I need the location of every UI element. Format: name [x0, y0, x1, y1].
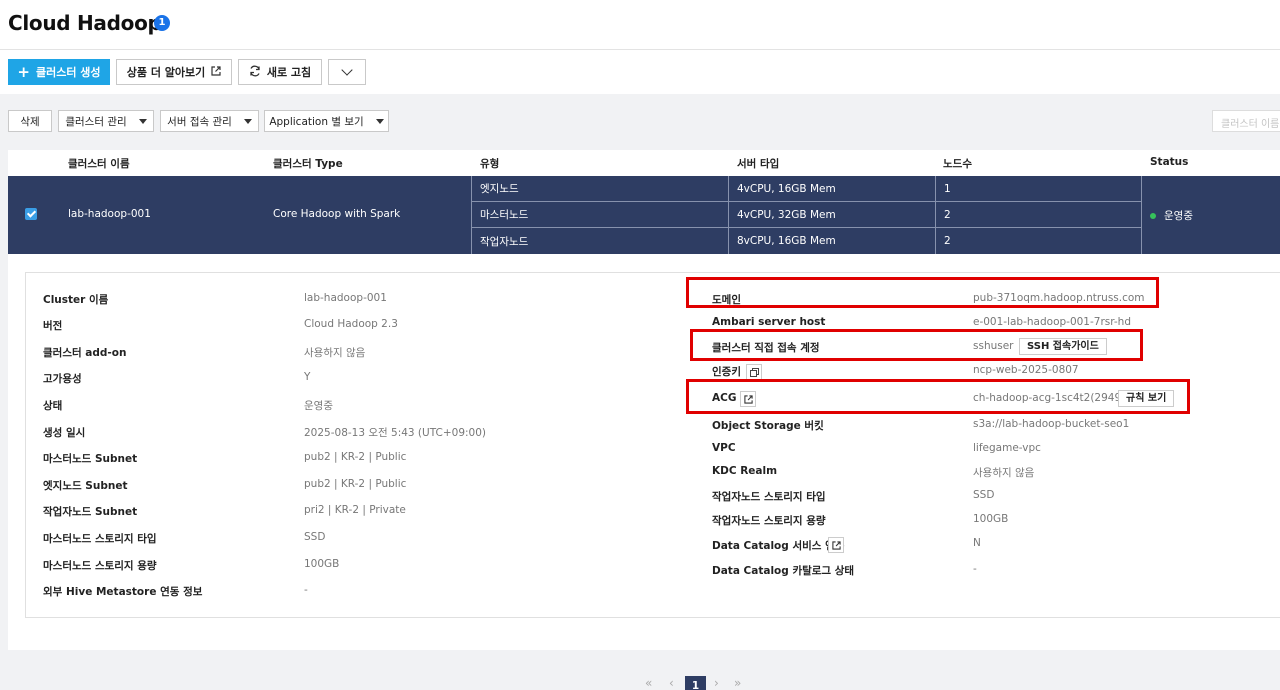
- detail-value: -: [973, 563, 977, 575]
- highlight-ssh-account: [690, 329, 1143, 361]
- server-access-dropdown[interactable]: 서버 접속 관리: [160, 110, 259, 132]
- detail-value: 사용하지 않음: [304, 347, 366, 359]
- detail-value: pub2 | KR-2 | Public: [304, 451, 407, 463]
- next-page-icon[interactable]: ›: [714, 676, 719, 690]
- node-count: 1: [935, 176, 1141, 202]
- status-badge: 운영중: [1150, 208, 1193, 223]
- detail-label: 상태: [43, 400, 63, 412]
- copy-icon[interactable]: [746, 364, 762, 380]
- page-title: Cloud Hadoop: [8, 11, 162, 35]
- more-dropdown-button[interactable]: [328, 59, 366, 85]
- refresh-button[interactable]: 새로 고침: [238, 59, 322, 85]
- detail-value: 운영중: [304, 400, 333, 412]
- detail-value: pub2 | KR-2 | Public: [304, 478, 407, 490]
- node-count: 2: [935, 228, 1141, 254]
- page-header: Cloud Hadoop 1 + 클러스터 생성 상품 더 알아보기 새로 고침: [0, 0, 1280, 94]
- first-page-icon[interactable]: «: [645, 676, 652, 690]
- highlight-domain: [686, 277, 1159, 308]
- column-header[interactable]: 서버 타입: [737, 156, 779, 171]
- column-header[interactable]: 클러스터 이름: [68, 156, 130, 171]
- prev-page-icon[interactable]: ‹: [669, 676, 674, 690]
- status-dot-icon: [1150, 212, 1156, 219]
- detail-label: 고가용성: [43, 373, 82, 385]
- column-header[interactable]: 노드수: [943, 156, 972, 171]
- row-checkbox[interactable]: [25, 208, 37, 220]
- detail-label: Cluster 이름: [43, 294, 109, 306]
- table-row[interactable]: lab-hadoop-001 Core Hadoop with Spark 엣지…: [8, 176, 1280, 254]
- detail-label: 인증키: [712, 366, 741, 378]
- detail-label: 클러스터 add-on: [43, 347, 127, 359]
- detail-value: 2025-08-13 오전 5:43 (UTC+09:00): [304, 427, 486, 439]
- detail-label: 마스터노드 스토리지 타입: [43, 533, 157, 545]
- detail-value: N: [973, 537, 981, 549]
- page-number[interactable]: 1: [685, 676, 706, 690]
- detail-value: e-001-lab-hadoop-001-7rsr-hd: [973, 316, 1131, 328]
- detail-label: 생성 일시: [43, 427, 86, 439]
- cluster-search-input[interactable]: 클러스터 이름: [1212, 110, 1280, 132]
- detail-label: Data Catalog 서비스 연동: [712, 540, 845, 552]
- detail-label: Data Catalog 카탈로그 상태: [712, 565, 855, 577]
- cluster-manage-dropdown[interactable]: 클러스터 관리: [58, 110, 154, 132]
- node-kind: 마스터노드: [471, 202, 728, 228]
- detail-label: VPC: [712, 442, 736, 454]
- detail-value: SSD: [304, 531, 326, 543]
- external-link-icon[interactable]: [828, 537, 844, 553]
- detail-label: 마스터노드 Subnet: [43, 453, 138, 465]
- column-header[interactable]: 유형: [480, 156, 499, 171]
- create-cluster-button[interactable]: + 클러스터 생성: [8, 59, 110, 85]
- detail-label: 작업자노드 Subnet: [43, 506, 138, 518]
- detail-label: 마스터노드 스토리지 용량: [43, 560, 157, 572]
- application-view-dropdown[interactable]: Application 별 보기: [264, 110, 389, 132]
- cluster-type: Core Hadoop with Spark: [273, 208, 401, 220]
- plus-icon: +: [17, 62, 30, 81]
- detail-value: Cloud Hadoop 2.3: [304, 318, 398, 330]
- detail-label: 작업자노드 스토리지 타입: [712, 491, 826, 503]
- table-header: 클러스터 이름 클러스터 Type 유형 서버 타입 노드수 Status: [8, 150, 1280, 176]
- node-kind: 엣지노드: [471, 176, 728, 202]
- server-type: 4vCPU, 32GB Mem: [728, 202, 935, 228]
- detail-value: lab-hadoop-001: [304, 292, 387, 304]
- detail-label: 작업자노드 스토리지 용량: [712, 515, 826, 527]
- info-icon[interactable]: 1: [154, 15, 170, 31]
- detail-label: Object Storage 버킷: [712, 420, 824, 432]
- header-divider: [0, 49, 1280, 50]
- detail-label: 엣지노드 Subnet: [43, 480, 128, 492]
- node-count: 2: [935, 202, 1141, 228]
- detail-label: Ambari server host: [712, 316, 826, 328]
- detail-value: Y: [304, 371, 311, 383]
- external-link-icon: [211, 65, 221, 79]
- server-type: 4vCPU, 16GB Mem: [728, 176, 935, 202]
- detail-value: 사용하지 않음: [973, 467, 1035, 479]
- detail-label: KDC Realm: [712, 465, 778, 477]
- detail-value: lifegame-vpc: [973, 442, 1041, 454]
- delete-button[interactable]: 삭제: [8, 110, 52, 132]
- caret-down-icon: [243, 118, 252, 124]
- cluster-detail-panel: Cluster 이름 lab-hadoop-001 버전 Cloud Hadoo…: [8, 254, 1280, 650]
- detail-value: 100GB: [304, 558, 340, 570]
- detail-label: 외부 Hive Metastore 연동 정보: [43, 586, 203, 598]
- detail-value: s3a://lab-hadoop-bucket-seo1: [973, 418, 1130, 430]
- server-type: 8vCPU, 16GB Mem: [728, 228, 935, 254]
- detail-value: 100GB: [973, 513, 1009, 525]
- detail-value: SSD: [973, 489, 995, 501]
- detail-value: pri2 | KR-2 | Private: [304, 504, 406, 516]
- cluster-name: lab-hadoop-001: [68, 208, 151, 220]
- caret-down-icon: [138, 118, 147, 124]
- last-page-icon[interactable]: »: [734, 676, 741, 690]
- detail-label: 버전: [43, 320, 63, 332]
- refresh-icon: [249, 65, 261, 80]
- detail-value: -: [304, 584, 308, 596]
- column-header[interactable]: 클러스터 Type: [273, 156, 343, 171]
- learn-more-button[interactable]: 상품 더 알아보기: [116, 59, 232, 85]
- chevron-down-icon: [341, 64, 353, 76]
- node-kind: 작업자노드: [471, 228, 728, 254]
- highlight-acg: [686, 379, 1190, 414]
- detail-box: Cluster 이름 lab-hadoop-001 버전 Cloud Hadoo…: [25, 272, 1280, 618]
- detail-value: ncp-web-2025-0807: [973, 364, 1079, 376]
- column-header[interactable]: Status: [1150, 156, 1188, 168]
- caret-down-icon: [375, 118, 384, 124]
